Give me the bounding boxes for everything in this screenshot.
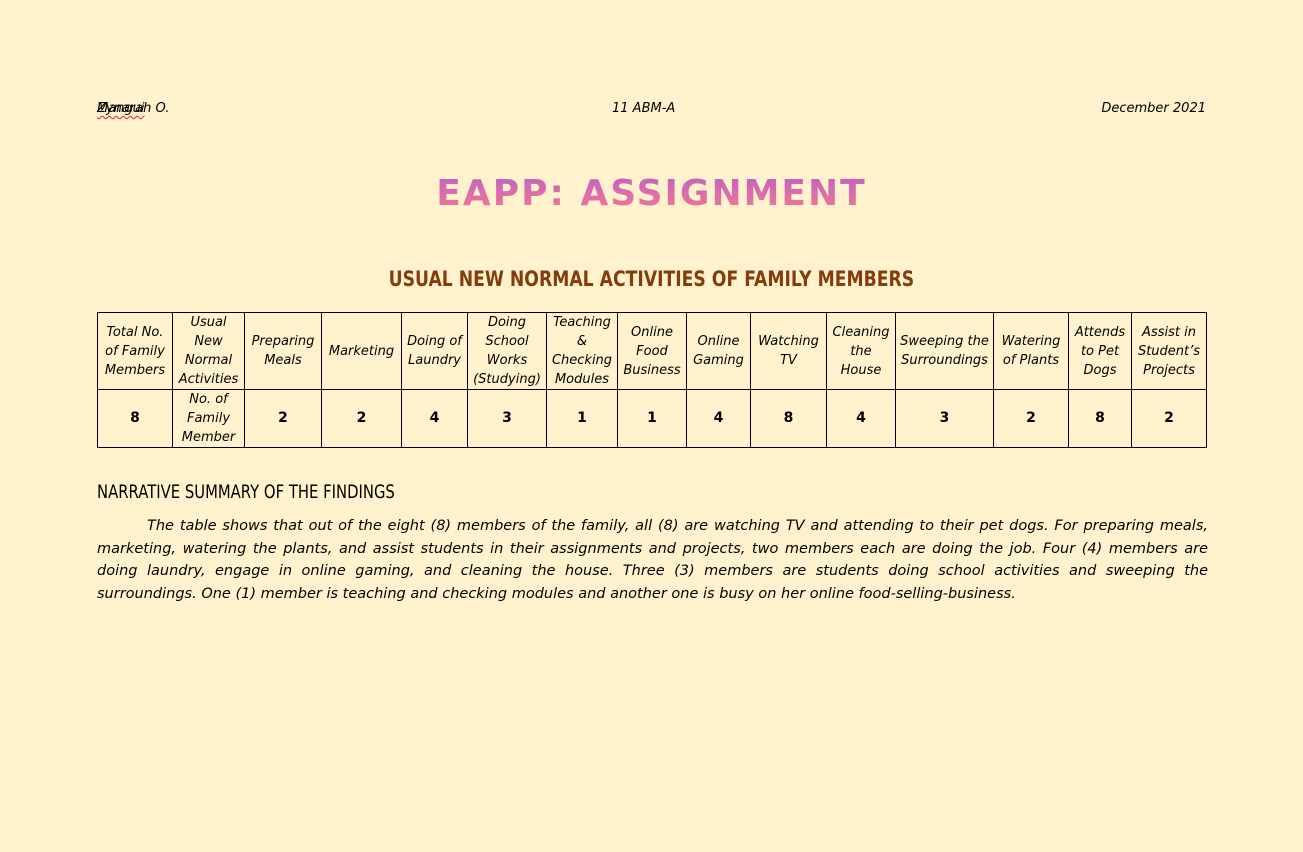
row-label-cell: No. of Family Member [172,389,245,448]
header-cell: Doing School Works (Studying) [467,312,547,390]
value-cell: 2 [244,389,322,448]
activities-table: Total No. of Family Members Usual New No… [97,312,1207,448]
table-title: USUAL NEW NORMAL ACTIVITIES OF FAMILY ME… [388,267,915,291]
value-cell: 8 [1068,389,1132,448]
header-cell: Online Gaming [686,312,751,390]
value-cell: 2 [1131,389,1207,448]
value-cell: 4 [401,389,468,448]
table-header-row: Total No. of Family Members Usual New No… [97,312,1207,390]
value-cell: 3 [467,389,547,448]
header-cell: Sweeping the Surroundings [895,312,994,390]
value-cell: 1 [546,389,618,448]
value-cell: 8 [97,389,173,448]
header-cell: Total No. of Family Members [97,312,173,390]
summary-heading: NARRATIVE SUMMARY OF THE FINDINGS [97,481,395,503]
value-cell: 2 [321,389,402,448]
header-cell: Online Food Business [617,312,687,390]
value-cell: 2 [993,389,1069,448]
value-cell: 4 [826,389,896,448]
header-cell: Cleaning the House [826,312,896,390]
header-cell: Assist in Student’s Projects [1131,312,1207,390]
header-cell: Watching TV [750,312,827,390]
value-cell: 4 [686,389,751,448]
summary-paragraph: The table shows that out of the eight (8… [97,518,1208,602]
document-date: December 2021 [1101,101,1206,116]
student-section: 11 ABM-A [612,101,676,116]
document-title: EAPP: ASSIGNMENT [0,168,1303,220]
value-cell: 1 [617,389,687,448]
header-cell: Marketing [321,312,402,390]
header-cell: Preparing Meals [244,312,322,390]
value-cell: 3 [895,389,994,448]
table-values-row: 8 No. of Family Member 2 2 4 3 1 1 4 8 4… [97,389,1207,448]
student-last-name: Mangui [97,101,145,116]
header-cell: Attends to Pet Dogs [1068,312,1132,390]
header-cell: Doing of Laundry [401,312,468,390]
value-cell: 8 [750,389,827,448]
header-cell: Watering of Plants [993,312,1069,390]
document-header: Zynarah O. Mangui 11 ABM-A December 2021 [97,101,1206,119]
header-cell: Usual New Normal Activities [172,312,245,390]
header-cell: Teaching & Checking Modules [546,312,618,390]
